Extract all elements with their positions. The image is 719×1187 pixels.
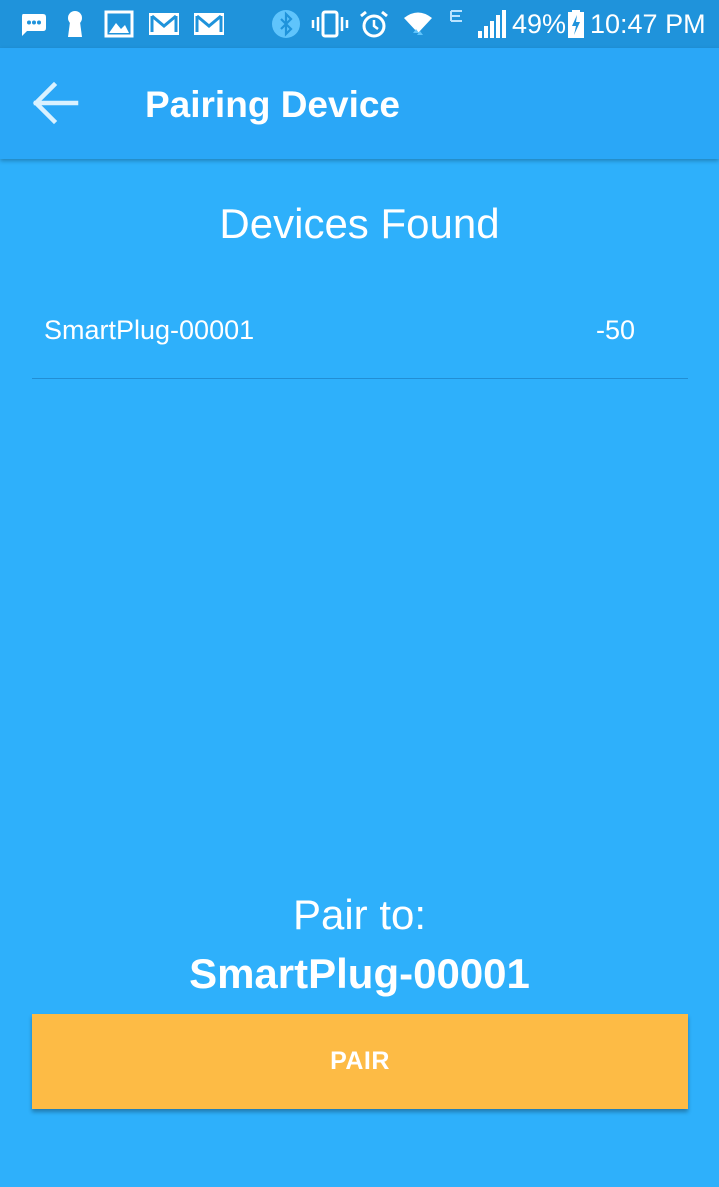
status-bar: 49% 10:47 PM	[0, 0, 719, 48]
pair-to-label: Pair to:	[292, 891, 427, 938]
battery-charging-icon	[568, 10, 584, 38]
signal-icon	[478, 10, 506, 38]
gallery-icon	[104, 10, 134, 38]
device-list-item[interactable]: SmartPlug-00001 -50	[32, 290, 688, 379]
wifi-icon	[404, 12, 432, 35]
vibrate-icon	[311, 10, 349, 38]
alarm-icon	[360, 10, 388, 38]
chat-icon	[22, 14, 46, 36]
devices-found-heading: Devices Found	[219, 200, 500, 247]
edge-network-icon	[450, 10, 462, 22]
keyhole-icon	[68, 11, 82, 37]
pair-button[interactable]: PAIR	[32, 1014, 688, 1109]
device-signal-strength: -50	[595, 315, 635, 345]
clock: 10:47 PM	[590, 9, 706, 39]
back-button[interactable]	[22, 70, 88, 136]
app-bar: Pairing Device	[0, 48, 719, 159]
battery-percent: 49%	[512, 9, 567, 39]
gmail-icon	[194, 13, 224, 35]
pair-target-name: SmartPlug-00001	[189, 950, 530, 997]
page-title: Pairing Device	[145, 84, 401, 125]
device-name: SmartPlug-00001	[44, 315, 255, 345]
arrow-left-icon	[32, 81, 79, 125]
bluetooth-icon	[272, 10, 300, 38]
gmail-icon	[149, 13, 179, 35]
